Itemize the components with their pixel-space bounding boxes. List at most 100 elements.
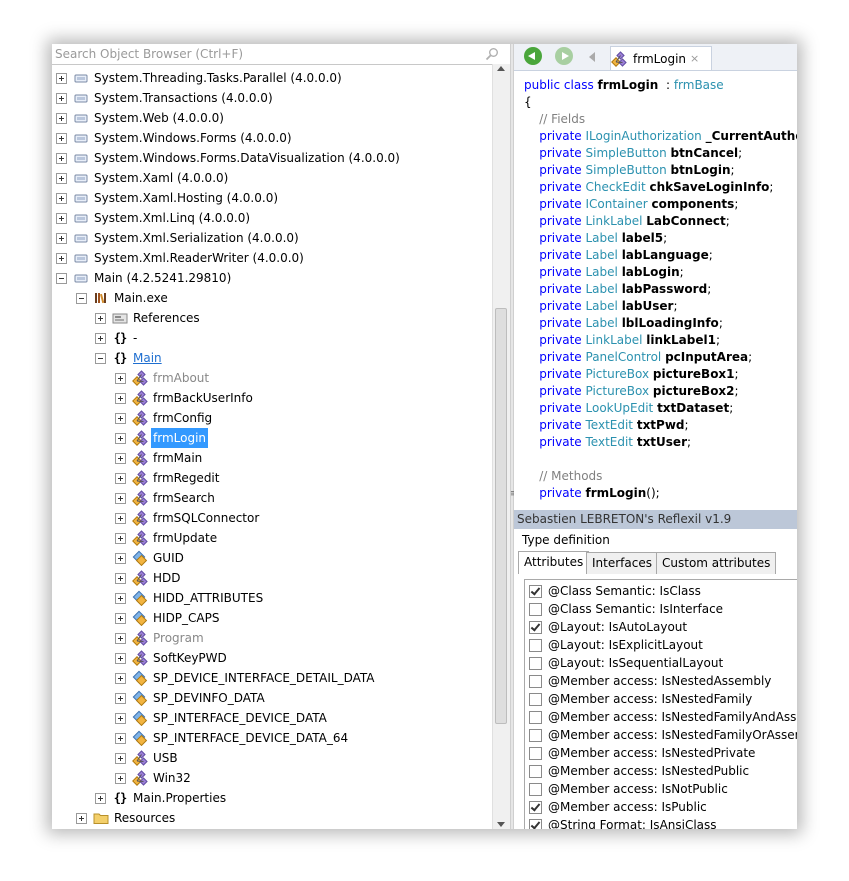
expand-icon[interactable] xyxy=(115,772,126,784)
expand-icon[interactable] xyxy=(95,332,106,344)
attribute-row[interactable]: @Member access: IsNestedAssembly xyxy=(529,672,771,690)
scroll-down-arrow-icon[interactable] xyxy=(497,822,505,827)
tab-interfaces[interactable]: Interfaces xyxy=(586,552,658,574)
tree-item[interactable]: System.Transactions (4.0.0.0) xyxy=(56,88,275,108)
attribute-row[interactable]: @Layout: IsExplicitLayout xyxy=(529,636,703,654)
attribute-checkbox[interactable] xyxy=(529,620,542,634)
attribute-checkbox[interactable] xyxy=(529,818,542,829)
attribute-checkbox[interactable] xyxy=(529,728,542,742)
expand-icon[interactable] xyxy=(56,112,67,124)
tree-item[interactable]: frmLogin xyxy=(115,428,209,448)
expand-icon[interactable] xyxy=(115,672,126,684)
expand-icon[interactable] xyxy=(115,512,126,524)
attribute-row[interactable]: @Member access: IsNestedPrivate xyxy=(529,744,755,762)
expand-icon[interactable] xyxy=(56,212,67,224)
attribute-row[interactable]: @Member access: IsNestedFamily xyxy=(529,690,752,708)
collapse-icon[interactable] xyxy=(95,352,106,364)
expand-icon[interactable] xyxy=(115,532,126,544)
tree-item[interactable]: GUID xyxy=(115,548,186,568)
expand-icon[interactable] xyxy=(56,232,67,244)
expand-icon[interactable] xyxy=(95,792,106,804)
tree-item[interactable]: System.Threading.Tasks.Parallel (4.0.0.0… xyxy=(56,68,344,88)
expand-icon[interactable] xyxy=(115,712,126,724)
attribute-checkbox[interactable] xyxy=(529,746,542,760)
expand-icon[interactable] xyxy=(115,752,126,764)
expand-icon[interactable] xyxy=(56,252,67,264)
expand-icon[interactable] xyxy=(56,152,67,164)
attribute-row[interactable]: @Member access: IsNestedFamilyOrAssembly xyxy=(529,726,797,744)
tree-item[interactable]: System.Xaml (4.0.0.0) xyxy=(56,168,230,188)
tree-item[interactable]: SP_INTERFACE_DEVICE_DATA xyxy=(115,708,329,728)
expand-icon[interactable] xyxy=(115,552,126,564)
tree-item[interactable]: frmRegedit xyxy=(115,468,221,488)
tree-item[interactable]: Main.exe xyxy=(76,288,170,308)
tree-item[interactable]: Program xyxy=(115,628,206,648)
expand-icon[interactable] xyxy=(95,312,106,324)
attribute-row[interactable]: @Layout: IsAutoLayout xyxy=(529,618,687,636)
expand-icon[interactable] xyxy=(115,612,126,624)
attribute-row[interactable]: @Member access: IsPublic xyxy=(529,798,707,816)
attribute-checkbox[interactable] xyxy=(529,764,542,778)
attribute-checkbox[interactable] xyxy=(529,800,542,814)
attribute-row[interactable]: @Member access: IsNestedFamilyAndAssembl… xyxy=(529,708,797,726)
forward-button[interactable] xyxy=(555,47,573,65)
tree-item[interactable]: System.Xml.Serialization (4.0.0.0) xyxy=(56,228,301,248)
tree-item[interactable]: SoftKeyPWD xyxy=(115,648,229,668)
attribute-row[interactable]: @Class Semantic: IsClass xyxy=(529,582,701,600)
scroll-up-arrow-icon[interactable] xyxy=(497,66,505,71)
tree-item[interactable]: System.Windows.Forms (4.0.0.0) xyxy=(56,128,294,148)
expand-icon[interactable] xyxy=(115,592,126,604)
expand-icon[interactable] xyxy=(115,412,126,424)
tree-item[interactable]: frmConfig xyxy=(115,408,214,428)
expand-icon[interactable] xyxy=(115,692,126,704)
expand-icon[interactable] xyxy=(56,172,67,184)
tree-item[interactable]: HIDP_CAPS xyxy=(115,608,221,628)
attribute-checkbox[interactable] xyxy=(529,692,542,706)
tree-item[interactable]: {} Main.Properties xyxy=(95,788,228,808)
tree-item[interactable]: References xyxy=(95,308,202,328)
tree-item[interactable]: Main (4.2.5241.29810) xyxy=(56,268,233,288)
tree-item[interactable]: SP_DEVICE_INTERFACE_DETAIL_DATA xyxy=(115,668,376,688)
history-dropdown-icon[interactable] xyxy=(589,52,595,62)
tree-item[interactable]: HIDD_ATTRIBUTES xyxy=(115,588,265,608)
collapse-icon[interactable] xyxy=(76,292,87,304)
expand-icon[interactable] xyxy=(56,72,67,84)
expand-icon[interactable] xyxy=(115,632,126,644)
back-button[interactable] xyxy=(524,47,542,65)
tree-item[interactable]: frmUpdate xyxy=(115,528,219,548)
attribute-checkbox[interactable] xyxy=(529,602,542,616)
attribute-checkbox[interactable] xyxy=(529,674,542,688)
expand-icon[interactable] xyxy=(56,92,67,104)
tree-item[interactable]: System.Xml.ReaderWriter (4.0.0.0) xyxy=(56,248,306,268)
expand-icon[interactable] xyxy=(115,652,126,664)
tree-item[interactable]: System.Web (4.0.0.0) xyxy=(56,108,226,128)
expand-icon[interactable] xyxy=(115,372,126,384)
attribute-row[interactable]: @Layout: IsSequentialLayout xyxy=(529,654,723,672)
tree-item[interactable]: frmMain xyxy=(115,448,204,468)
tab-attributes[interactable]: Attributes xyxy=(518,551,590,574)
tree-item[interactable]: Win32 xyxy=(115,768,193,788)
attribute-row[interactable]: @Member access: IsNotPublic xyxy=(529,780,728,798)
document-tab[interactable]: frmLogin × xyxy=(610,46,712,70)
close-icon[interactable]: × xyxy=(690,52,699,65)
tree-item[interactable]: HDD xyxy=(115,568,183,588)
attribute-row[interactable]: @Member access: IsNestedPublic xyxy=(529,762,749,780)
expand-icon[interactable] xyxy=(76,812,87,824)
tree-item[interactable]: frmBackUserInfo xyxy=(115,388,255,408)
expand-icon[interactable] xyxy=(56,132,67,144)
expand-icon[interactable] xyxy=(115,392,126,404)
tree-item[interactable]: SP_DEVINFO_DATA xyxy=(115,688,267,708)
tree-item[interactable]: {} Main xyxy=(95,348,164,368)
expand-icon[interactable] xyxy=(115,732,126,744)
tree-item[interactable]: USB xyxy=(115,748,180,768)
attribute-checkbox[interactable] xyxy=(529,638,542,652)
tree-item[interactable]: SP_INTERFACE_DEVICE_DATA_64 xyxy=(115,728,350,748)
tree-item[interactable]: {} - xyxy=(95,328,139,348)
attribute-checkbox[interactable] xyxy=(529,710,542,724)
search-input[interactable] xyxy=(55,46,480,62)
tree-item[interactable]: System.Xaml.Hosting (4.0.0.0) xyxy=(56,188,280,208)
attribute-checkbox[interactable] xyxy=(529,782,542,796)
tab-custom-attributes[interactable]: Custom attributes xyxy=(656,552,777,574)
search-icon[interactable] xyxy=(485,47,499,61)
expand-icon[interactable] xyxy=(115,492,126,504)
